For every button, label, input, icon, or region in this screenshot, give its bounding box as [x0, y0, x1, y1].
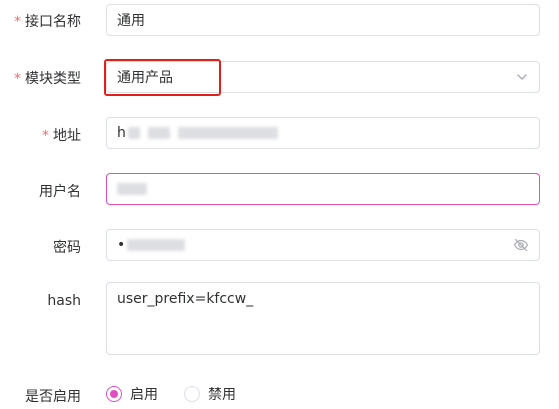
password-label: 密码 [53, 240, 81, 256]
hash-label: hash [47, 293, 81, 309]
required-mark: * [14, 71, 21, 87]
radio-disable[interactable]: 禁用 [184, 384, 236, 404]
redacted-text [117, 183, 147, 195]
radio-circle-unchecked[interactable] [184, 386, 200, 402]
address-label: * 地址 [42, 128, 81, 144]
hash-textarea[interactable]: user_prefix=kfccw_ [106, 282, 540, 355]
chevron-down-icon [517, 74, 527, 80]
redacted-text [127, 239, 186, 251]
eye-off-icon[interactable] [513, 237, 529, 253]
address-input[interactable]: h [106, 117, 540, 149]
redacted-text [147, 127, 170, 139]
enabled-label: 是否启用 [25, 389, 81, 405]
redacted-text [127, 127, 140, 139]
required-mark: * [14, 14, 21, 30]
radio-circle-checked[interactable] [106, 386, 122, 402]
radio-enable[interactable]: 启用 [106, 384, 158, 404]
module-type-select[interactable]: 通用产品 [106, 61, 540, 93]
password-input[interactable]: • [106, 229, 540, 261]
interface-name-input[interactable]: 通用 [106, 4, 540, 36]
username-input[interactable] [106, 173, 540, 205]
redacted-text [177, 127, 278, 139]
username-label: 用户名 [39, 184, 81, 200]
required-mark: * [42, 128, 49, 144]
module-type-label: * 模块类型 [14, 71, 81, 87]
interface-name-label: * 接口名称 [14, 14, 81, 30]
